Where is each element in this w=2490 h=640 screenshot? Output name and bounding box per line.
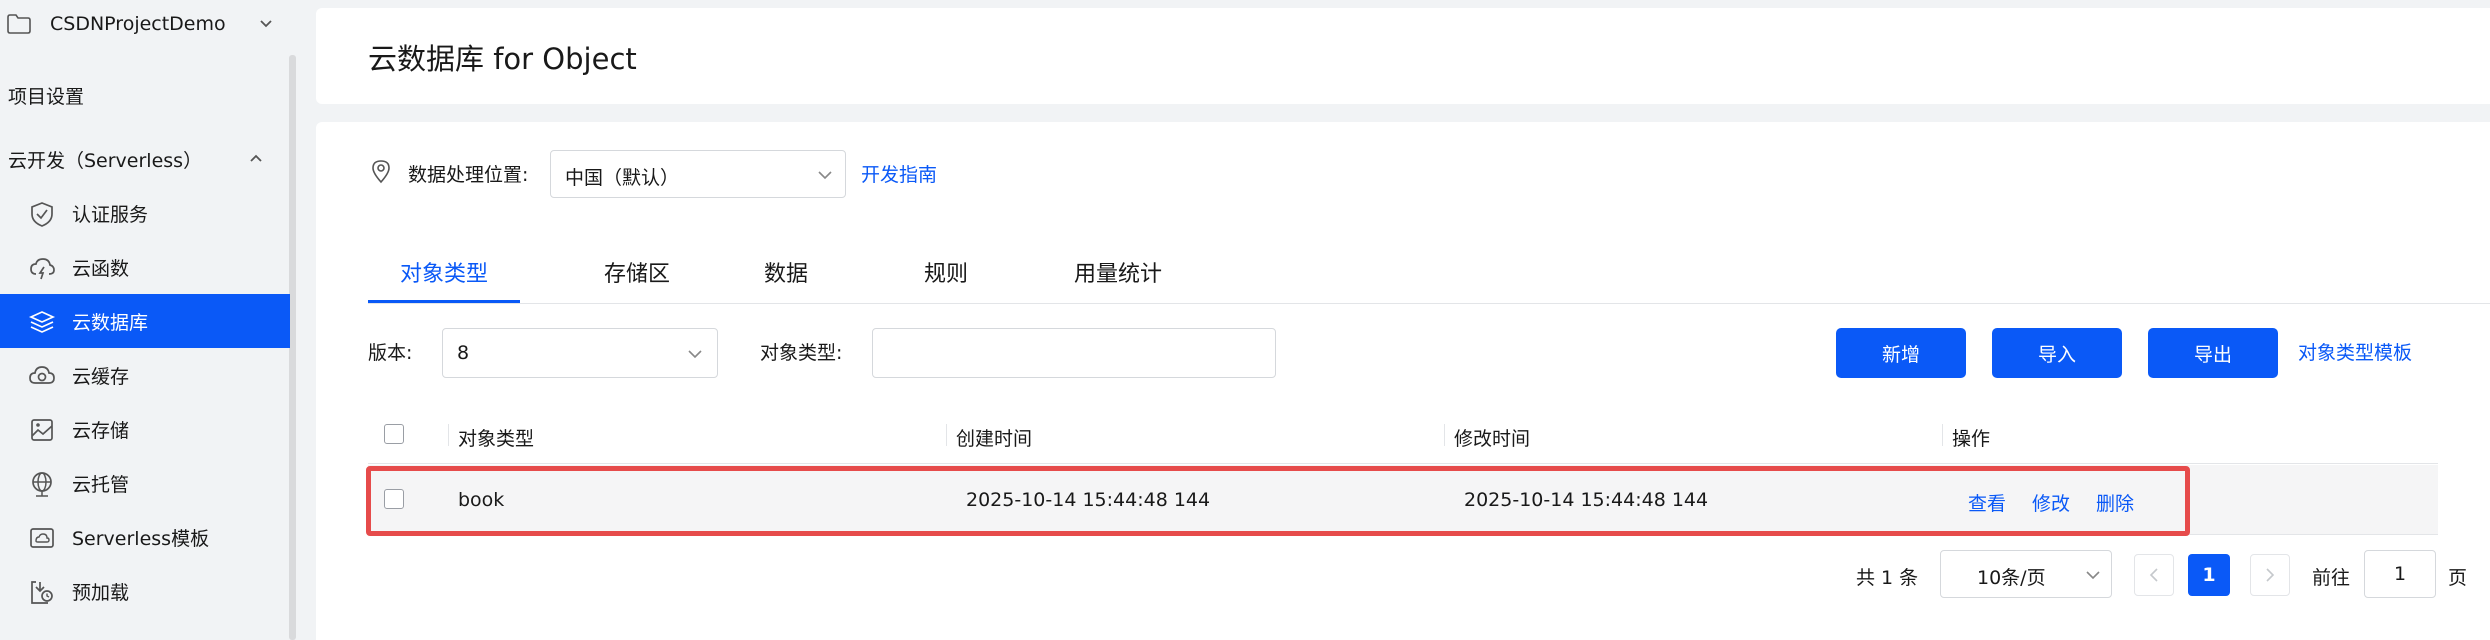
sidebar-group-label: 云开发（Serverless）: [8, 150, 203, 172]
edit-link[interactable]: 修改: [2032, 489, 2070, 516]
folder-icon: [7, 14, 31, 34]
sidebar-item-auth[interactable]: 认证服务: [0, 186, 290, 240]
table-row: book 2025-10-14 15:44:48 144 2025-10-14 …: [368, 465, 2438, 535]
object-type-template-link[interactable]: 对象类型模板: [2298, 338, 2412, 365]
sidebar-item-label: Serverless模板: [72, 528, 210, 550]
location-select-value: 中国（默认）: [565, 167, 680, 189]
sidebar-item-cloud-cache[interactable]: 云缓存: [0, 348, 290, 402]
tab-bar: 对象类型 存储区 数据 规则 用量统计: [368, 230, 2490, 304]
object-type-input[interactable]: [872, 328, 1276, 378]
sidebar-item-cloud-hosting[interactable]: 云托管: [0, 456, 290, 510]
page-header: 云数据库 for Object: [316, 8, 2490, 104]
sidebar-item-label: 认证服务: [72, 204, 149, 226]
preload-icon: [31, 581, 53, 604]
sidebar-item-cloud-storage[interactable]: 云存储: [0, 402, 290, 456]
view-link[interactable]: 查看: [1968, 489, 2006, 516]
cell-object-type: book: [458, 489, 505, 511]
tab-usage-stats[interactable]: 用量统计: [1074, 256, 1162, 288]
sidebar-item-label: 云函数: [72, 258, 130, 280]
page-size-select[interactable]: 10条/页: [1940, 550, 2112, 598]
chevron-down-icon: [2086, 571, 2100, 580]
globe-icon: [32, 472, 52, 497]
page-size-value: 10条/页: [1977, 567, 2046, 589]
chevron-down-icon: [688, 350, 702, 359]
tab-object-types[interactable]: 对象类型: [400, 256, 488, 288]
prev-page-button[interactable]: [2134, 554, 2174, 596]
version-select[interactable]: 8: [442, 328, 718, 378]
column-header-actions: 操作: [1952, 428, 1991, 450]
sidebar-item-serverless-template[interactable]: Serverless模板: [0, 510, 290, 564]
version-label: 版本:: [368, 342, 413, 364]
dev-guide-link[interactable]: 开发指南: [861, 160, 937, 187]
chevron-down-icon: [818, 171, 832, 180]
chevron-up-icon[interactable]: [248, 152, 264, 164]
tab-storage-zones[interactable]: 存储区: [604, 256, 670, 288]
active-tab-indicator: [368, 300, 520, 303]
template-icon: [30, 528, 54, 548]
shield-check-icon: [31, 202, 53, 227]
next-page-button[interactable]: [2250, 554, 2290, 596]
column-divider: [448, 424, 449, 446]
column-header-created: 创建时间: [956, 428, 1033, 450]
export-button[interactable]: 导出: [2148, 328, 2278, 378]
location-select[interactable]: 中国（默认）: [550, 150, 846, 198]
goto-suffix: 页: [2448, 567, 2468, 589]
version-select-value: 8: [457, 342, 470, 364]
sidebar-group-serverless[interactable]: 云开发（Serverless）: [8, 146, 268, 173]
project-switcher[interactable]: CSDNProjectDemo: [0, 0, 298, 52]
object-type-label: 对象类型:: [760, 342, 843, 364]
sidebar-item-label: 云存储: [72, 420, 130, 442]
column-header-modified: 修改时间: [1454, 428, 1531, 450]
chevron-right-icon: [2266, 568, 2275, 582]
cloud-function-icon: [30, 258, 55, 280]
project-name: CSDNProjectDemo: [50, 13, 226, 35]
sidebar-item-preload[interactable]: 预加载: [0, 564, 290, 618]
cell-modified-time: 2025-10-14 15:44:48 144: [1464, 489, 1709, 511]
sidebar-item-label: 云缓存: [72, 366, 130, 388]
column-divider: [1942, 424, 1943, 446]
goto-page-input[interactable]: 1: [2364, 550, 2436, 598]
page-number-current[interactable]: 1: [2188, 554, 2230, 596]
pagination-total: 共 1 条: [1856, 567, 1919, 589]
chevron-left-icon: [2149, 568, 2158, 582]
location-pin-icon: [372, 160, 390, 184]
tab-data[interactable]: 数据: [764, 256, 808, 288]
sidebar-item-label: 云托管: [72, 474, 130, 496]
column-divider: [946, 424, 947, 446]
column-header-object-type: 对象类型: [458, 428, 535, 450]
goto-prefix: 前往: [2312, 567, 2351, 589]
sidebar-item-label: 预加载: [72, 582, 130, 604]
row-checkbox[interactable]: [384, 489, 404, 509]
location-label: 数据处理位置:: [408, 164, 529, 186]
page-title: 云数据库 for Object: [368, 42, 637, 76]
column-divider: [1444, 424, 1445, 446]
cell-created-time: 2025-10-14 15:44:48 144: [966, 489, 1211, 511]
delete-link[interactable]: 删除: [2096, 489, 2134, 516]
chevron-down-icon[interactable]: [258, 16, 274, 32]
main-panel: 数据处理位置: 中国（默认） 开发指南 对象类型 存储区 数据 规则 用量统计 …: [316, 122, 2490, 640]
sidebar-item-label: 云数据库: [72, 312, 149, 334]
import-button[interactable]: 导入: [1992, 328, 2122, 378]
sidebar-item-project-settings[interactable]: 项目设置: [8, 82, 84, 109]
table-header: 对象类型 创建时间 修改时间 操作: [368, 404, 2438, 464]
database-stack-icon: [28, 311, 56, 333]
sidebar: CSDNProjectDemo 项目设置 云开发（Serverless） 认证服…: [0, 0, 298, 640]
sidebar-scrollbar[interactable]: [289, 55, 296, 640]
tab-rules[interactable]: 规则: [924, 256, 968, 288]
add-button[interactable]: 新增: [1836, 328, 1966, 378]
sidebar-item-cloud-database[interactable]: 云数据库: [0, 294, 290, 348]
select-all-checkbox[interactable]: [384, 424, 404, 444]
sidebar-item-cloud-function[interactable]: 云函数: [0, 240, 290, 294]
cloud-cache-icon: [29, 366, 55, 384]
cloud-storage-icon: [31, 419, 53, 441]
